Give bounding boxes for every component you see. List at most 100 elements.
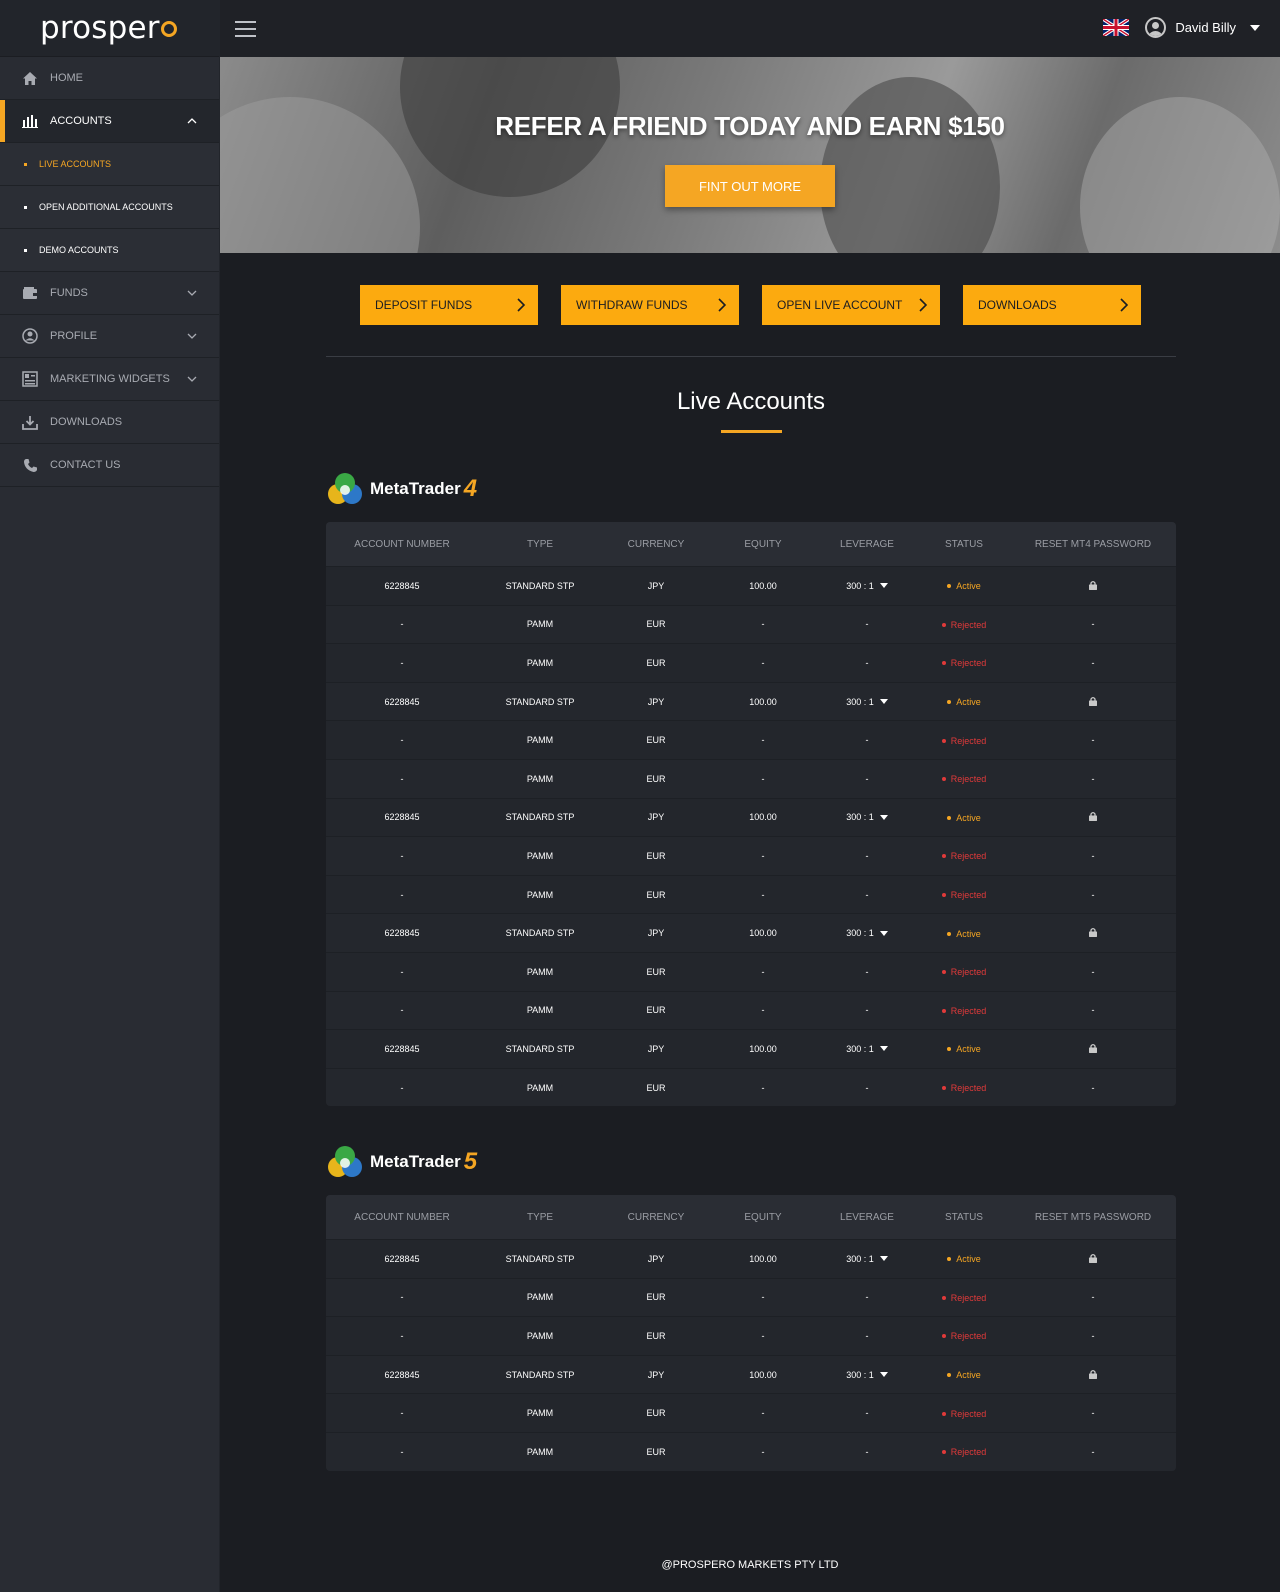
account-number: -	[400, 657, 404, 668]
uk-flag-icon[interactable]	[1103, 19, 1130, 36]
menu-icon[interactable]	[235, 20, 256, 37]
leverage-select[interactable]: 300 : 1	[816, 1370, 918, 1380]
currency: EUR	[646, 889, 666, 900]
currency: EUR	[646, 1446, 666, 1457]
caret-down-icon[interactable]	[879, 930, 888, 936]
lock-icon[interactable]	[1088, 1253, 1098, 1263]
status-dot	[947, 931, 952, 936]
status-cell: Rejected	[918, 966, 1010, 977]
sidebar-item-home[interactable]: HOME	[0, 57, 219, 100]
lock-icon[interactable]	[1088, 696, 1098, 706]
action-label: OPEN LIVE ACCOUNT	[777, 298, 903, 312]
equity: -	[761, 1408, 765, 1419]
leverage-select[interactable]: 300 : 1	[816, 928, 918, 938]
equity: -	[761, 966, 765, 977]
status-dot	[941, 1295, 946, 1300]
currency: JPY	[647, 928, 665, 939]
chevron-right-icon	[517, 298, 526, 312]
sidebar-subitem-open-additional-accounts[interactable]: OPEN ADDITIONAL ACCOUNTS	[0, 186, 219, 229]
sidebar-item-label: PROFILE	[50, 330, 98, 342]
table-row: 6228845 STANDARD STP JPY 100.00 300 : 1 Activ…	[326, 913, 1176, 952]
account-number: -	[400, 889, 404, 900]
home-icon	[22, 70, 38, 86]
status-text: Rejected	[950, 1292, 987, 1303]
status-dot	[947, 1373, 952, 1378]
account-type: STANDARD STP	[505, 1369, 575, 1380]
lock-icon[interactable]	[1088, 927, 1098, 938]
metatrader-4-logo: MetaTrader 4	[326, 470, 477, 508]
status-text: Rejected	[950, 1331, 987, 1342]
leverage: -	[865, 1082, 869, 1093]
lock-icon[interactable]	[1088, 811, 1098, 822]
status-dot	[941, 1450, 946, 1455]
account-type: STANDARD STP	[505, 696, 575, 707]
find-out-more-button[interactable]: FINT OUT MORE	[665, 165, 835, 207]
leverage: -	[865, 657, 869, 668]
column-header: LEVERAGE	[840, 1211, 894, 1223]
downloads-button[interactable]: DOWNLOADS	[963, 285, 1141, 325]
account-number: -	[400, 1082, 404, 1093]
open-live-account-button[interactable]: OPEN LIVE ACCOUNT	[762, 285, 940, 325]
sidebar-subitem-label: OPEN ADDITIONAL ACCOUNTS	[39, 202, 173, 212]
account-number: 6228845	[384, 928, 420, 939]
status-dot	[941, 1411, 946, 1416]
sidebar-item-accounts[interactable]: ACCOUNTS	[0, 100, 219, 143]
account-number: 6228845	[384, 580, 420, 591]
bullet-icon	[24, 248, 27, 252]
banner-title: REFER A FRIEND TODAY AND EARN $150	[495, 111, 1005, 141]
caret-down-icon[interactable]	[879, 1256, 888, 1262]
withdraw-funds-button[interactable]: WITHDRAW FUNDS	[561, 285, 739, 325]
column-header: RESET MT5 PASSWORD	[1034, 1211, 1152, 1223]
status-text: Rejected	[950, 1447, 987, 1458]
platform-name: MetaTrader	[370, 479, 461, 498]
chevron-right-icon	[718, 298, 727, 312]
leverage-select[interactable]: 300 : 1	[816, 812, 918, 822]
leverage: -	[865, 1408, 869, 1419]
table-row: - PAMM EUR - - Rejected -	[326, 874, 1176, 914]
account-number: 6228845	[384, 1043, 420, 1054]
quick-actions: DEPOSIT FUNDS WITHDRAW FUNDS OPEN LIVE A…	[360, 285, 1141, 325]
caret-down-icon[interactable]	[879, 814, 888, 820]
sidebar-item-funds[interactable]: FUNDS	[0, 272, 219, 315]
caret-down-icon[interactable]	[879, 583, 888, 589]
lock-icon[interactable]	[1088, 1369, 1098, 1379]
account-number: 6228845	[384, 696, 420, 707]
sidebar: prosper HOME ACCOUNTS LIVE ACCOUNTS OPEN…	[0, 0, 220, 1592]
caret-down-icon[interactable]	[879, 1372, 888, 1378]
column-header: ACCOUNT NUMBER	[354, 1211, 450, 1223]
sidebar-item-profile[interactable]: PROFILE	[0, 315, 219, 358]
table-row: - PAMM EUR - - Rejected -	[326, 643, 1176, 682]
top-bar: David Billy	[220, 0, 1280, 57]
sidebar-item-contact-us[interactable]: CONTACT US	[0, 444, 219, 487]
metatrader-icon	[328, 473, 362, 504]
account-type: PAMM	[526, 1005, 554, 1016]
currency: EUR	[646, 773, 666, 784]
lock-icon[interactable]	[1088, 580, 1098, 590]
caret-down-icon[interactable]	[879, 1046, 888, 1052]
leverage-select[interactable]: 300 : 1	[816, 581, 918, 591]
mt5-accounts-table: ACCOUNT NUMBER TYPE CURRENCY EQUITY LEVE…	[326, 1195, 1176, 1471]
brand-logo[interactable]: prosper	[0, 0, 219, 57]
reset-password: -	[1091, 1005, 1095, 1016]
equity: 100.00	[749, 1253, 777, 1264]
leverage-select[interactable]: 300 : 1	[816, 1044, 918, 1054]
sidebar-item-marketing-widgets[interactable]: MARKETING WIDGETS	[0, 358, 219, 401]
leverage-select[interactable]: 300 : 1	[816, 697, 918, 707]
sidebar-item-downloads[interactable]: DOWNLOADS	[0, 401, 219, 444]
sidebar-subitem-demo-accounts[interactable]: DEMO ACCOUNTS	[0, 229, 219, 272]
caret-down-icon[interactable]	[1250, 24, 1260, 31]
currency: JPY	[647, 1043, 665, 1054]
reset-password: -	[1091, 1082, 1095, 1093]
leverage-select[interactable]: 300 : 1	[816, 1254, 918, 1264]
currency: JPY	[647, 696, 665, 707]
caret-down-icon[interactable]	[879, 699, 888, 705]
avatar[interactable]	[1145, 17, 1167, 38]
lock-icon[interactable]	[1088, 1043, 1098, 1053]
deposit-funds-button[interactable]: DEPOSIT FUNDS	[360, 285, 538, 325]
currency: EUR	[646, 1292, 666, 1303]
user-name[interactable]: David Billy	[1175, 20, 1236, 35]
sidebar-subitem-live-accounts[interactable]: LIVE ACCOUNTS	[0, 143, 219, 186]
status-dot	[941, 970, 946, 975]
currency: EUR	[646, 1408, 666, 1419]
account-type: STANDARD STP	[505, 812, 575, 823]
